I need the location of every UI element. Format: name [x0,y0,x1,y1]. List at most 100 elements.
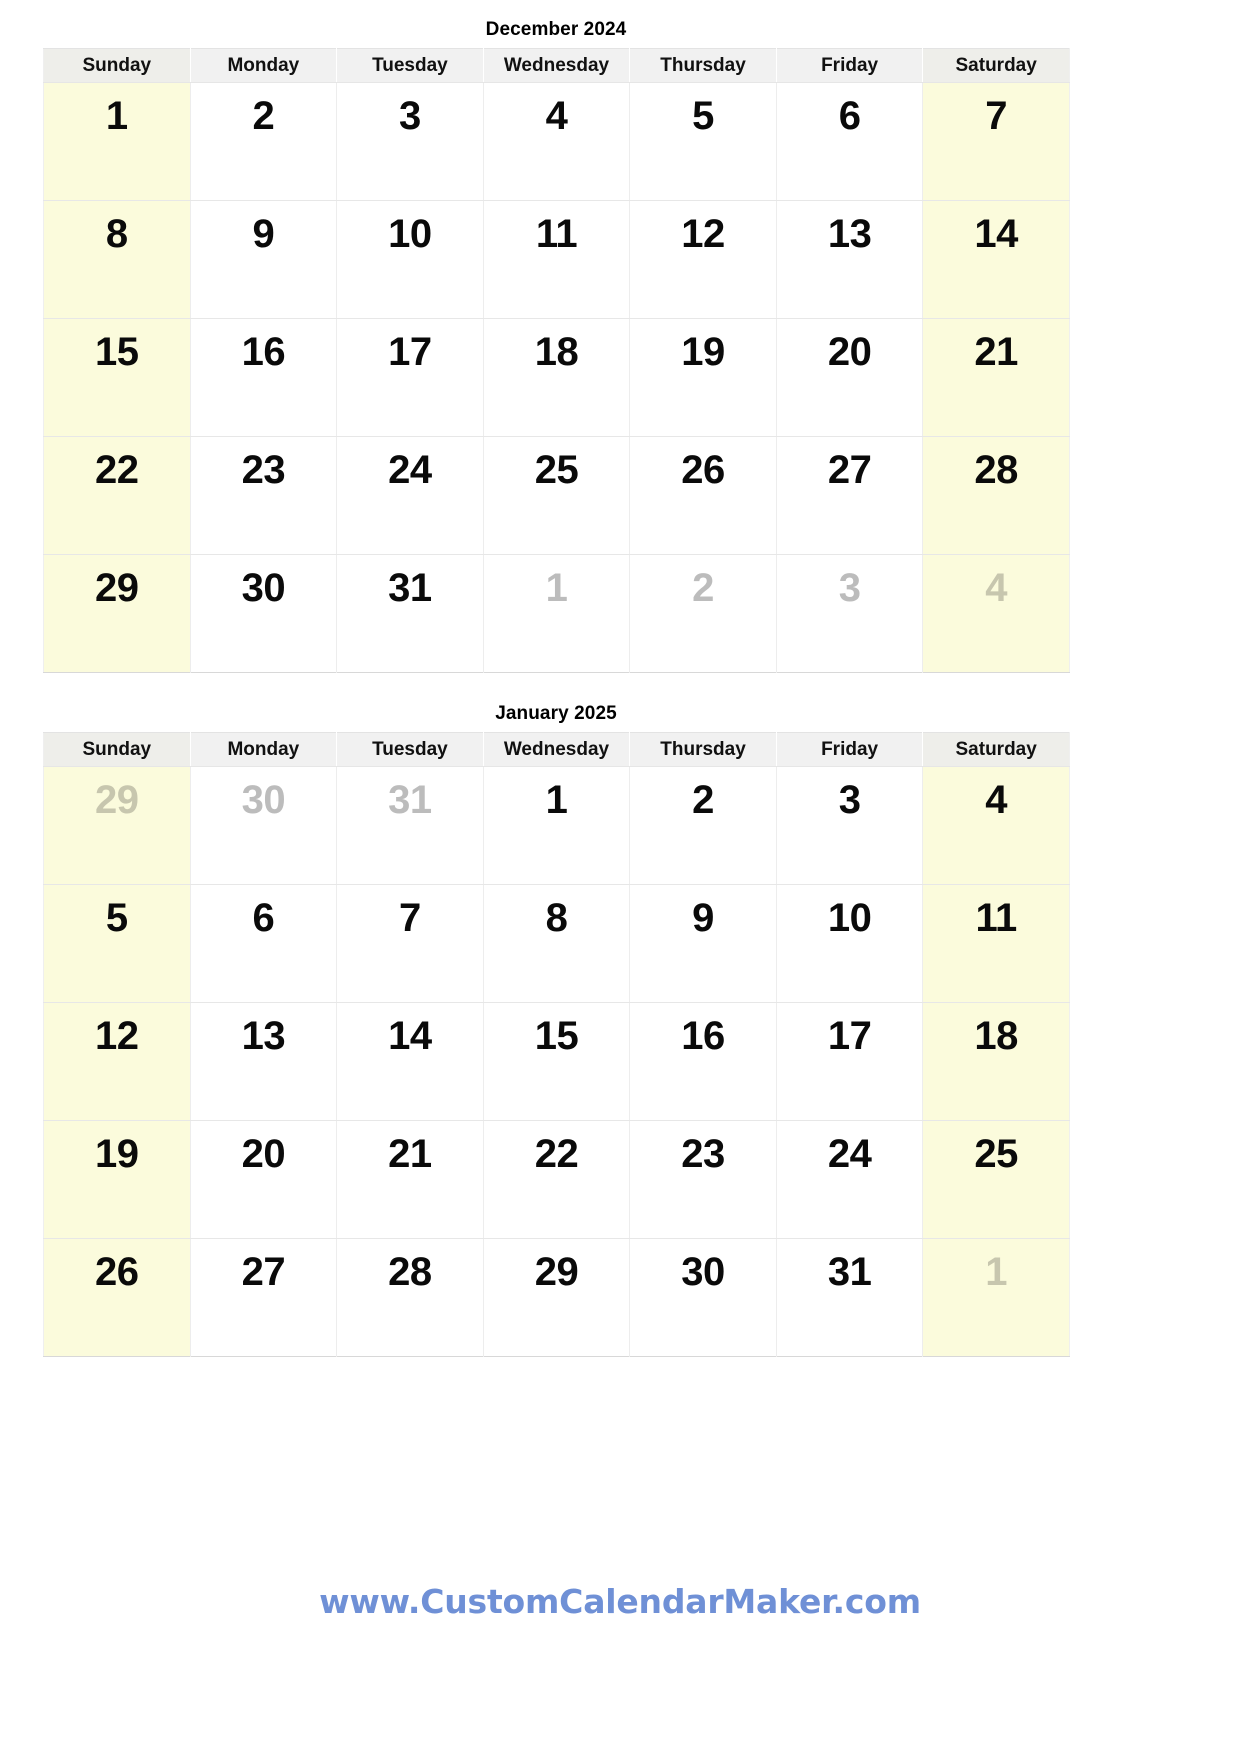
day-number: 3 [399,94,421,138]
calendar-day-cell[interactable]: 13 [776,200,924,319]
calendar-day-cell[interactable]: 27 [776,436,924,555]
footer-website-link[interactable]: www.CustomCalendarMaker.com [319,1582,921,1621]
calendar-day-cell[interactable]: 28 [922,436,1070,555]
calendar-day-cell[interactable]: 8 [483,884,631,1003]
day-number: 22 [534,1132,579,1176]
calendar-day-cell[interactable]: 3 [776,554,924,673]
calendar-day-cell[interactable]: 25 [483,436,631,555]
calendar-day-cell[interactable]: 16 [190,318,338,437]
calendar-day-cell[interactable]: 31 [336,766,484,885]
day-number: 4 [545,94,568,138]
day-number: 22 [95,448,139,492]
calendar-day-cell[interactable]: 4 [483,82,631,201]
calendar-day-cell[interactable]: 30 [190,766,338,885]
calendar-day-cell[interactable]: 6 [190,884,338,1003]
calendar-day-cell[interactable]: 20 [776,318,924,437]
calendar-day-cell[interactable]: 19 [43,1120,191,1239]
calendar-day-cell[interactable]: 10 [336,200,484,319]
calendar-day-cell[interactable]: 24 [776,1120,924,1239]
calendar-day-cell[interactable]: 17 [776,1002,924,1121]
calendar-day-cell[interactable]: 17 [336,318,484,437]
weekday-header-saturday: Saturday [922,732,1070,767]
calendar-day-cell[interactable]: 3 [776,766,924,885]
day-number: 31 [388,566,432,610]
calendar-day-cell[interactable]: 8 [43,200,191,319]
calendar-day-cell[interactable]: 1 [922,1238,1070,1357]
calendar-day-cell[interactable]: 4 [922,554,1070,673]
calendar-day-cell[interactable]: 7 [336,884,484,1003]
day-number: 27 [241,1250,286,1294]
calendar-day-cell[interactable]: 11 [483,200,631,319]
calendar-day-cell[interactable]: 13 [190,1002,338,1121]
calendar-day-cell[interactable]: 29 [43,554,191,673]
day-number: 12 [681,212,725,256]
calendar-day-cell[interactable]: 1 [43,82,191,201]
calendar-day-cell[interactable]: 19 [629,318,777,437]
day-number: 29 [95,778,139,822]
calendar-day-cell[interactable]: 7 [922,82,1070,201]
calendar-day-cell[interactable]: 16 [629,1002,777,1121]
calendar-day-cell[interactable]: 30 [190,554,338,673]
day-number: 30 [241,778,286,822]
day-number: 25 [534,448,579,492]
day-number: 31 [827,1250,872,1294]
calendar-week-row: 26 27 28 29 30 31 1 [43,1238,1070,1357]
calendar-day-cell[interactable]: 27 [190,1238,338,1357]
calendar-table-december: Sunday Monday Tuesday Wednesday Thursday… [43,48,1070,673]
day-number: 18 [974,1014,1018,1058]
calendar-day-cell[interactable]: 26 [629,436,777,555]
calendar-day-cell[interactable]: 29 [43,766,191,885]
day-number: 26 [95,1250,139,1294]
day-number: 1 [545,566,568,610]
day-number: 9 [692,896,714,940]
calendar-day-cell[interactable]: 21 [922,318,1070,437]
calendar-day-cell[interactable]: 23 [629,1120,777,1239]
calendar-day-cell[interactable]: 25 [922,1120,1070,1239]
calendar-day-cell[interactable]: 1 [483,766,631,885]
day-number: 2 [692,566,714,610]
calendar-day-cell[interactable]: 2 [190,82,338,201]
calendar-day-cell[interactable]: 10 [776,884,924,1003]
calendar-day-cell[interactable]: 30 [629,1238,777,1357]
calendar-day-cell[interactable]: 11 [922,884,1070,1003]
calendar-day-cell[interactable]: 3 [336,82,484,201]
calendar-day-cell[interactable]: 29 [483,1238,631,1357]
calendar-day-cell[interactable]: 1 [483,554,631,673]
calendar-day-cell[interactable]: 14 [336,1002,484,1121]
calendar-day-cell[interactable]: 15 [43,318,191,437]
weekday-header-tuesday: Tuesday [336,732,484,767]
calendar-day-cell[interactable]: 28 [336,1238,484,1357]
calendar-day-cell[interactable]: 21 [336,1120,484,1239]
calendar-day-cell[interactable]: 26 [43,1238,191,1357]
calendar-day-cell[interactable]: 9 [629,884,777,1003]
calendar-day-cell[interactable]: 18 [483,318,631,437]
day-number: 21 [388,1132,432,1176]
calendar-day-cell[interactable]: 24 [336,436,484,555]
calendar-day-cell[interactable]: 2 [629,766,777,885]
calendar-day-cell[interactable]: 12 [43,1002,191,1121]
day-number: 4 [985,566,1008,610]
calendar-day-cell[interactable]: 14 [922,200,1070,319]
calendar-day-cell[interactable]: 5 [629,82,777,201]
day-number: 13 [241,1014,286,1058]
calendar-day-cell[interactable]: 5 [43,884,191,1003]
calendar-day-cell[interactable]: 2 [629,554,777,673]
calendar-day-cell[interactable]: 31 [776,1238,924,1357]
day-number: 8 [105,212,128,256]
calendar-day-cell[interactable]: 4 [922,766,1070,885]
calendar-day-cell[interactable]: 18 [922,1002,1070,1121]
calendar-day-cell[interactable]: 22 [483,1120,631,1239]
calendar-day-cell[interactable]: 6 [776,82,924,201]
day-number: 17 [827,1014,872,1058]
day-number: 3 [838,566,861,610]
calendar-day-cell[interactable]: 20 [190,1120,338,1239]
month-block-december: December 2024 Sunday Monday Tuesday Wedn… [43,18,1070,673]
calendar-day-cell[interactable]: 9 [190,200,338,319]
day-number: 16 [681,1014,725,1058]
calendar-day-cell[interactable]: 15 [483,1002,631,1121]
calendar-day-cell[interactable]: 22 [43,436,191,555]
day-number: 19 [95,1132,139,1176]
calendar-day-cell[interactable]: 23 [190,436,338,555]
calendar-day-cell[interactable]: 31 [336,554,484,673]
calendar-day-cell[interactable]: 12 [629,200,777,319]
